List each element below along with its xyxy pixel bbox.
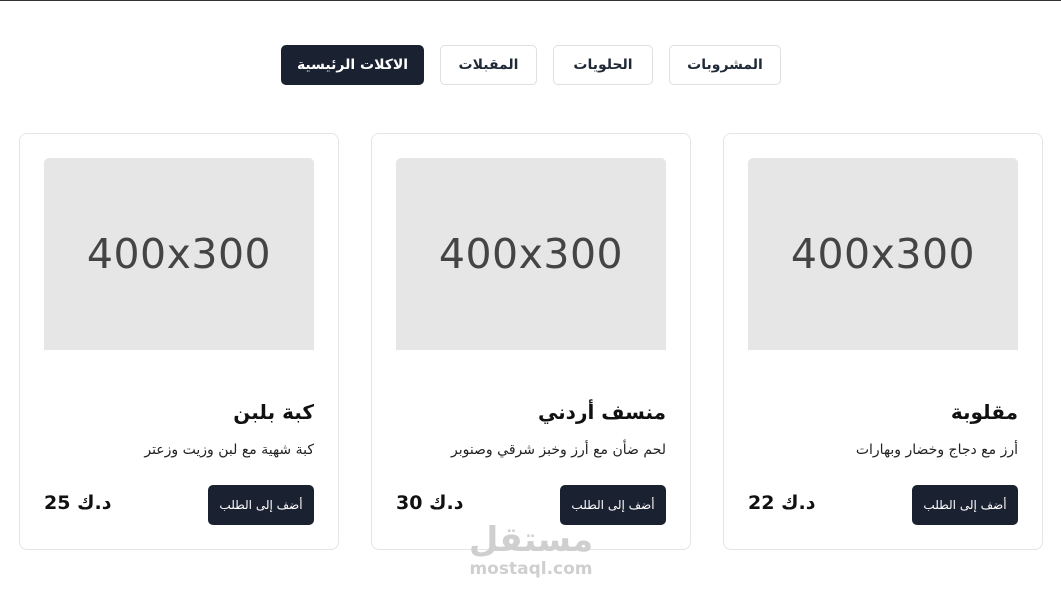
product-description: أرز مع دجاج وخضار وبهارات [855,442,1018,458]
product-price: 30 د.ك [396,492,463,516]
product-description: لحم ضأن مع أرز وخبز شرقي وصنوبر [450,442,666,458]
top-border [0,0,1061,1]
add-to-order-button[interactable]: أضف إلى الطلب [560,485,666,525]
product-title: منسف أردني [537,400,666,424]
price-currency: د.ك [77,492,112,514]
watermark-latin: mostaql.com [469,559,593,579]
product-card: 400x300 مقلوبة أرز مع دجاج وخضار وبهارات… [723,133,1043,550]
product-image-placeholder: 400x300 [44,158,314,350]
product-description: كبة شهية مع لبن وزيت وزعتر [144,442,314,458]
add-to-order-button[interactable]: أضف إلى الطلب [208,485,314,525]
product-image-placeholder: 400x300 [396,158,666,350]
tab-drinks[interactable]: المشروبات [669,45,781,85]
category-tabs: المشروبات الحلويات المقبلات الاكلات الرئ… [0,45,1061,85]
product-card: 400x300 كبة بلبن كبة شهية مع لبن وزيت وز… [19,133,339,550]
product-image-placeholder: 400x300 [748,158,1018,350]
price-amount: 22 [748,492,775,514]
product-price: 22 د.ك [748,492,815,516]
product-price: 25 د.ك [44,492,111,516]
watermark: مستقل mostaql.com [466,520,596,578]
add-to-order-button[interactable]: أضف إلى الطلب [912,485,1018,525]
price-currency: د.ك [781,492,816,514]
price-currency: د.ك [429,492,464,514]
product-title: مقلوبة [950,400,1018,424]
price-amount: 25 [44,492,71,514]
product-card: 400x300 منسف أردني لحم ضأن مع أرز وخبز ش… [371,133,691,550]
tab-desserts[interactable]: الحلويات [553,45,653,85]
tab-appetizers[interactable]: المقبلات [440,45,537,85]
watermark-arabic: مستقل [468,520,594,560]
product-title: كبة بلبن [233,400,314,424]
tab-main-dishes[interactable]: الاكلات الرئيسية [281,45,424,85]
price-amount: 30 [396,492,423,514]
